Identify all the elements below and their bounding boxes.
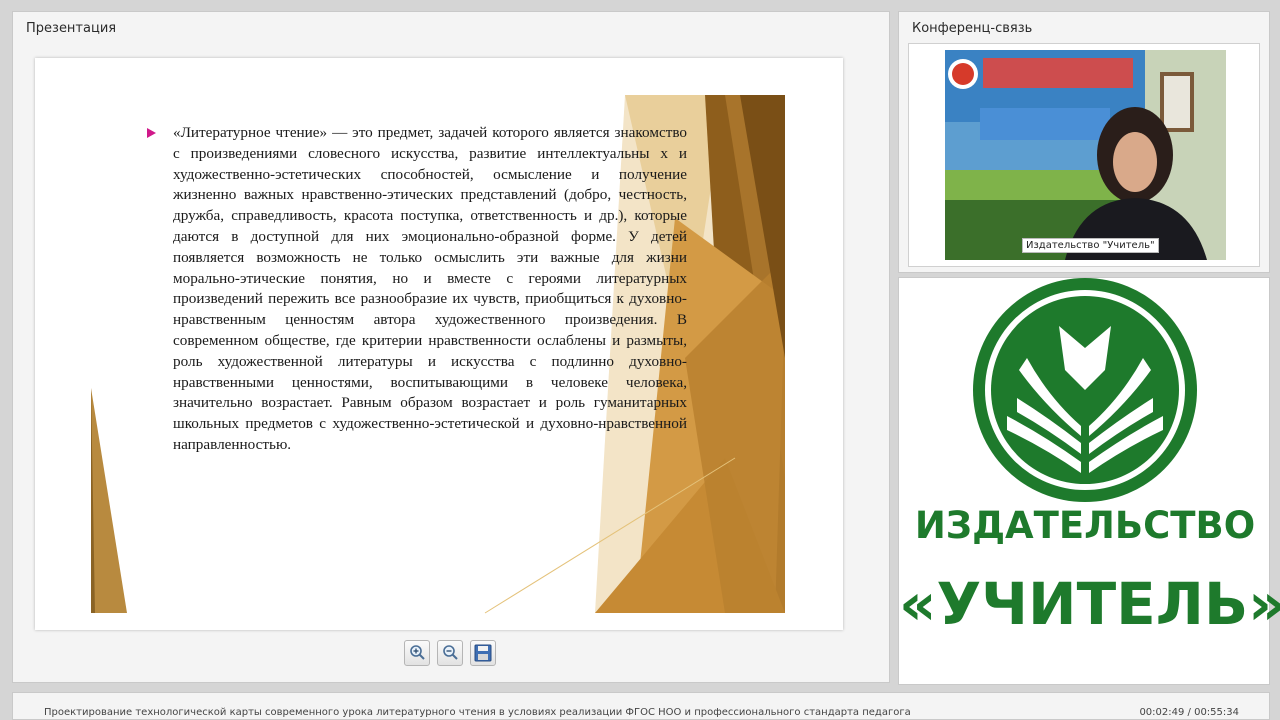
playback-time: 00:02:49 / 00:55:34 xyxy=(1139,707,1239,718)
presentation-title: Презентация xyxy=(26,21,117,36)
slide-body-text: «Литературное чтение» — это предмет, зад… xyxy=(173,124,687,453)
zoom-out-button[interactable] xyxy=(437,640,463,666)
publisher-logo-panel: ИЗДАТЕЛЬСТВО «УЧИТЕЛЬ» xyxy=(898,277,1280,685)
video-feed xyxy=(945,50,1226,260)
course-title: Проектирование технологической карты сов… xyxy=(44,707,911,718)
zoom-out-icon xyxy=(443,645,458,660)
logo-word-publisher: ИЗДАТЕЛЬСТВО xyxy=(914,504,1256,547)
footer-bar: Проектирование технологической карты сов… xyxy=(12,692,1270,720)
participant-name-label: Издательство "Учитель" xyxy=(1022,238,1159,253)
presentation-panel: Презентация «Литературное чтение» — это … xyxy=(12,11,890,683)
bullet-marker xyxy=(147,128,156,138)
zoom-in-icon xyxy=(410,645,425,660)
video-frame: Издательство "Учитель" xyxy=(908,43,1260,267)
zoom-in-button[interactable] xyxy=(404,640,430,666)
logo-word-uchitel: «УЧИТЕЛЬ» xyxy=(899,570,1280,638)
save-button[interactable] xyxy=(470,640,496,666)
publisher-emblem-icon xyxy=(973,278,1197,502)
conference-panel: Конференц-связь Издательство "Учитель" xyxy=(898,11,1270,273)
save-icon xyxy=(474,644,492,662)
participant-video[interactable]: Издательство "Учитель" xyxy=(945,50,1226,260)
slide: «Литературное чтение» — это предмет, зад… xyxy=(35,58,843,630)
conference-title: Конференц-связь xyxy=(912,21,1033,36)
